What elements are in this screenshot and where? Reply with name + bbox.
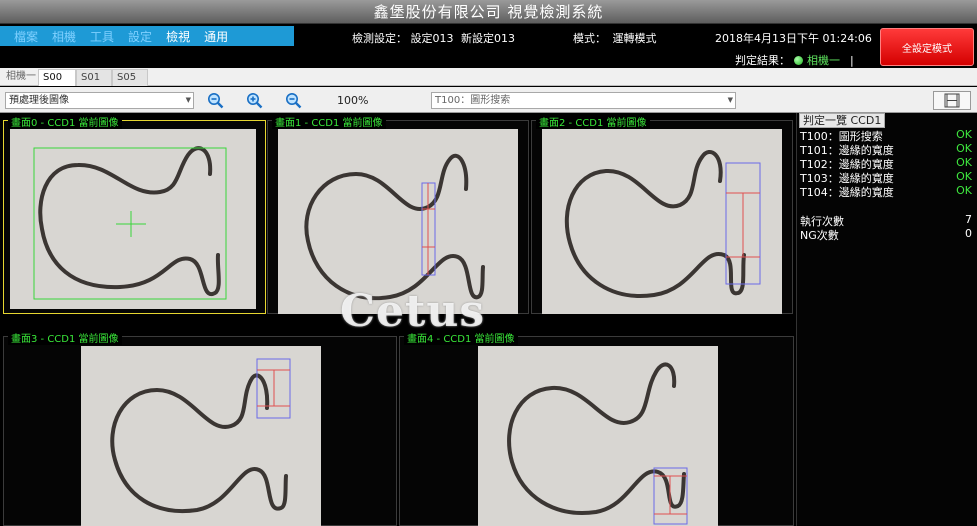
panel-title: 畫面1 - CCD1 當前圖像: [272, 114, 386, 129]
results-panel: 判定一覽 CCD1 T100：圖形搜索 OK T101：邊緣的寬度 OK T10…: [796, 113, 977, 526]
menu-bar: 檔案 相機 工具 設定 檢視 通用: [0, 26, 294, 46]
image-panel-4[interactable]: 畫面4 - CCD1 當前圖像: [399, 330, 794, 526]
image-type-select[interactable]: 預處理後圖像 ▼: [5, 92, 194, 109]
results-title: 判定一覽 CCD1: [799, 113, 886, 128]
camera-image: [478, 346, 718, 526]
status-led-icon: [794, 55, 803, 65]
menu-camera[interactable]: 相機: [52, 28, 76, 45]
film-strip-icon: [944, 93, 960, 108]
set-mode-button[interactable]: 全設定模式: [880, 28, 974, 66]
menu-settings[interactable]: 設定: [128, 28, 152, 45]
watermark: Cetus: [340, 286, 486, 337]
ng-count-value: 0: [965, 227, 972, 240]
image-panel-0[interactable]: 畫面0 - CCD1 當前圖像: [3, 114, 266, 314]
mode-status: 模式： 運轉模式: [573, 30, 657, 46]
tab-s05[interactable]: S05: [112, 69, 148, 86]
image-type-value: 預處理後圖像: [9, 95, 69, 106]
camera-tab-label: 相機一: [6, 71, 36, 82]
image-panel-2[interactable]: 畫面2 - CCD1 當前圖像: [531, 114, 793, 314]
panel-title: 畫面2 - CCD1 當前圖像: [536, 114, 650, 129]
wire-part-image: [507, 362, 688, 525]
tab-bar: 相機一 S00 S01 S05: [0, 68, 977, 86]
judge-result: 判定結果： 相機一 |: [735, 52, 854, 68]
tool-select[interactable]: T100：圖形搜索 ▼: [431, 92, 736, 109]
new-setting-value: 新設定013: [461, 32, 515, 45]
window-title: 鑫堡股份有限公司 視覺檢測系統: [0, 0, 977, 24]
ng-count-label: NG次數: [800, 229, 839, 242]
camera-image: [81, 346, 321, 526]
tool-select-value: T100：圖形搜索: [435, 95, 511, 106]
zoom-in-icon[interactable]: [246, 92, 263, 109]
chevron-down-icon: ▼: [185, 96, 191, 104]
wire-part-image: [564, 150, 761, 298]
result-name: T104：邊緣的寬度: [800, 186, 894, 199]
tab-s00[interactable]: S00: [38, 69, 76, 86]
result-status: OK: [956, 184, 972, 197]
zoom-level: 100%: [337, 94, 369, 107]
camera-image: [10, 129, 256, 309]
camera-image: [542, 129, 782, 314]
tab-s01[interactable]: S01: [76, 69, 112, 86]
panel-title: 畫面0 - CCD1 當前圖像: [8, 114, 122, 129]
menu-view[interactable]: 檢視: [166, 28, 190, 45]
wire-part-image: [110, 358, 291, 513]
chevron-down-icon: ▼: [727, 96, 733, 104]
panel-title: 畫面3 - CCD1 當前圖像: [8, 330, 122, 345]
image-panel-1[interactable]: 畫面1 - CCD1 當前圖像: [267, 114, 529, 314]
detect-setting-label: 檢測設定：: [352, 32, 407, 45]
image-panel-3[interactable]: 畫面3 - CCD1 當前圖像: [3, 330, 397, 526]
judge-value: 相機一: [807, 54, 840, 67]
judge-separator: |: [850, 53, 854, 67]
result-row: T104：邊緣的寬度 OK: [800, 184, 972, 200]
menu-file[interactable]: 檔案: [14, 28, 38, 45]
menu-general[interactable]: 通用: [204, 28, 228, 45]
detect-setting-value: 設定013: [410, 32, 454, 45]
layout-toggle-button[interactable]: [933, 91, 971, 110]
menu-tools[interactable]: 工具: [90, 28, 114, 45]
datetime: 2018年4月13日下午 01:24:06: [715, 32, 872, 45]
judge-label: 判定結果：: [735, 54, 790, 67]
mode-value: 運轉模式: [612, 32, 657, 45]
zoom-out-icon[interactable]: [207, 92, 224, 109]
mode-label: 模式：: [573, 32, 606, 45]
zoom-fit-icon[interactable]: [285, 92, 302, 109]
wire-part-image: [33, 146, 227, 300]
detect-setting: 檢測設定： 設定013 新設定013: [352, 30, 515, 46]
toolbar: 預處理後圖像 ▼ 100% T100：圖形搜索 ▼: [0, 87, 977, 113]
ng-count-row: NG次數 0: [800, 227, 972, 243]
